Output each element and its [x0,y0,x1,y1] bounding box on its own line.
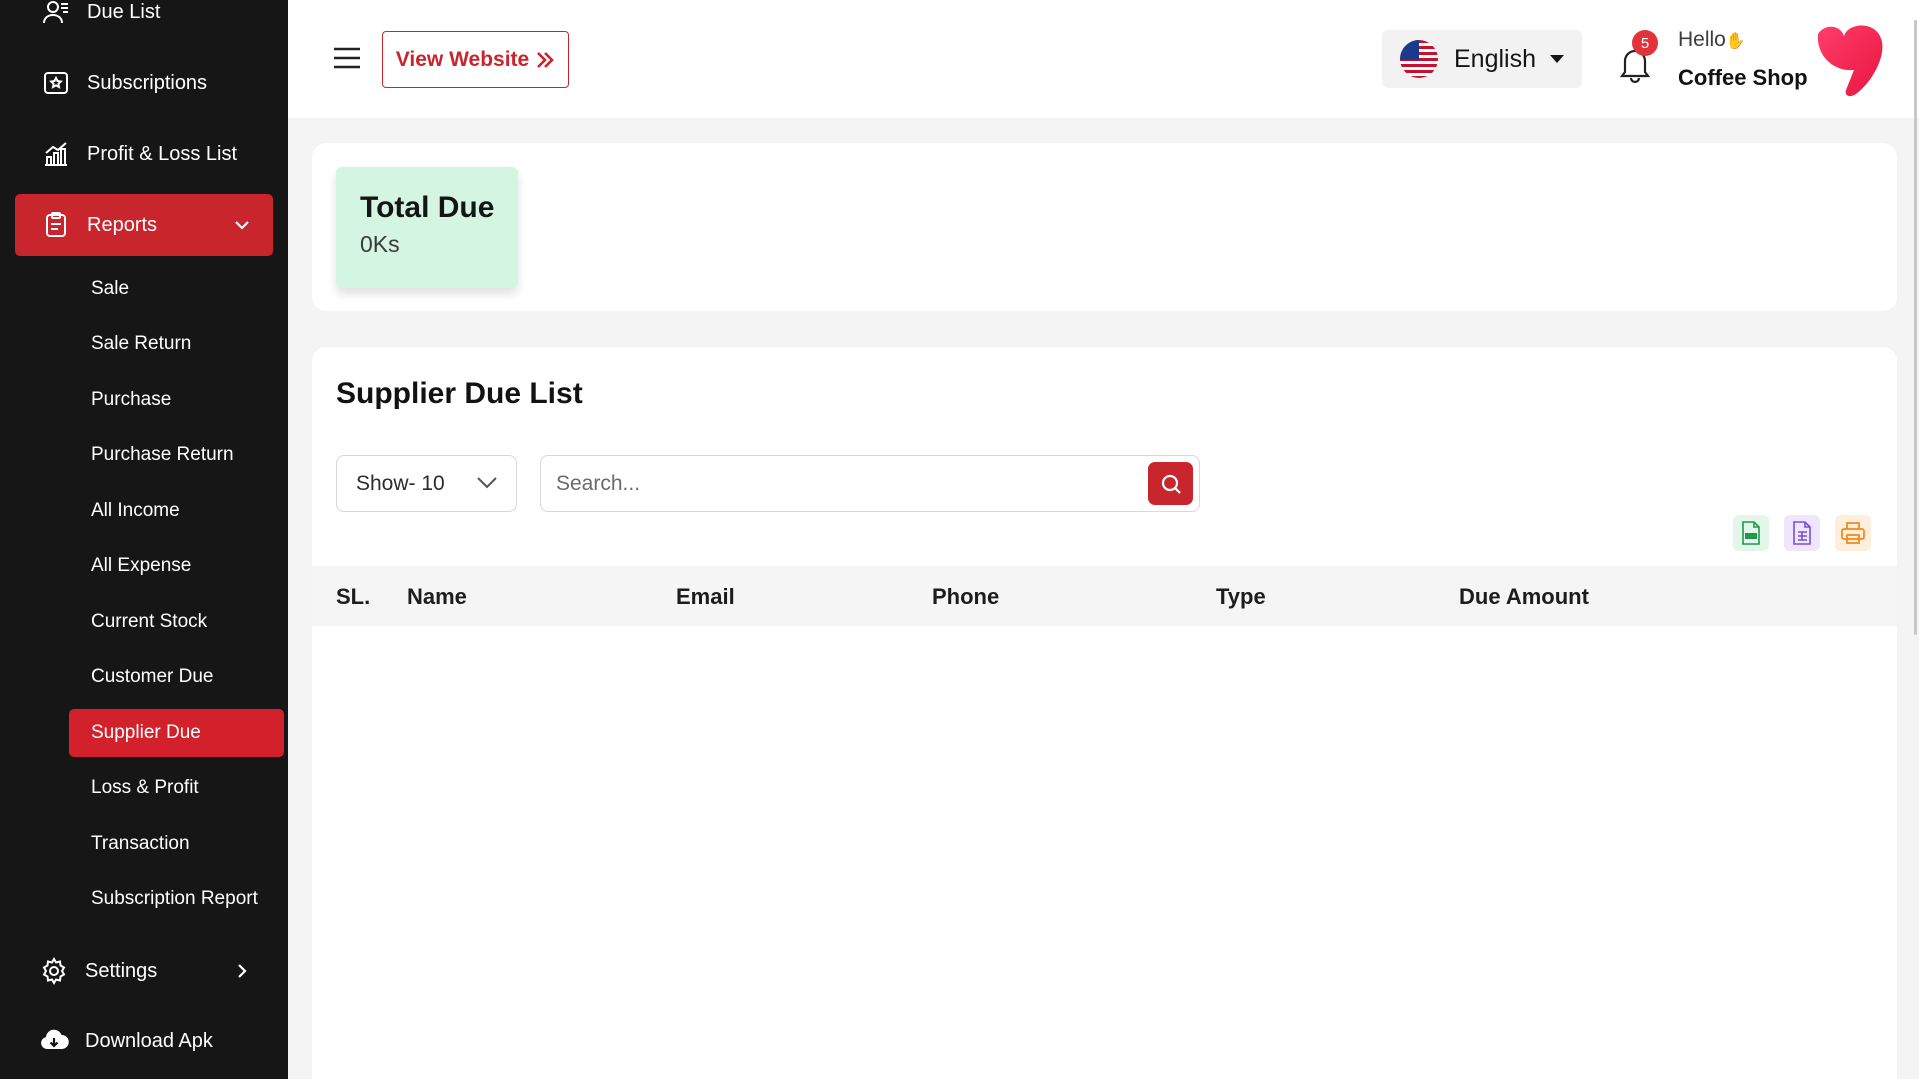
sidebar-subitem-loss-profit[interactable]: Loss & Profit [69,764,284,812]
sidebar-item-label: Download Apk [85,1029,213,1052]
column-header-email: Email [676,584,735,609]
view-website-button[interactable]: View Website [382,31,569,88]
sidebar-item-label: Reports [87,213,158,236]
view-website-label: View Website [395,47,530,71]
page-scrollbar[interactable] [1914,20,1917,635]
cloud-download-icon [39,1026,69,1056]
sidebar-subitem-all-income[interactable]: All Income [69,487,284,535]
double-chevron-right-icon [537,51,555,68]
spreadsheet-file-icon [1793,521,1811,545]
sidebar-subitem-sale[interactable]: Sale [69,265,284,313]
language-label: English [1454,44,1536,73]
greeting-text: Hello✋ [1678,28,1746,52]
export-csv-button[interactable] [1733,515,1769,551]
total-due-value: 0Ks [360,231,400,257]
sidebar-subitem-purchase[interactable]: Purchase [69,376,284,424]
supplier-due-list-card: Supplier Due List Show- 10 SL. Name Emai… [312,347,1897,1079]
hamburger-menu-icon[interactable] [332,46,362,70]
subscription-icon [41,68,71,98]
sidebar-item-label: Settings [85,959,158,982]
gear-icon [39,956,69,986]
show-entries-label: Show- 10 [356,471,445,495]
brand-logo-icon[interactable] [1812,20,1886,98]
user-list-icon [41,0,71,27]
sidebar-item-label: Due List [87,0,161,23]
sidebar-subitem-current-stock[interactable]: Current Stock [69,598,284,646]
waving-hand-icon: ✋ [1725,33,1746,50]
table-body [312,626,1897,1026]
sidebar-item-subscriptions[interactable]: Subscriptions [15,52,273,114]
search-icon [1161,474,1181,494]
total-due-title: Total Due [360,191,495,224]
top-header: View Website English 5 Hello✋ Coffee Sho… [288,0,1919,118]
chevron-down-icon [235,221,249,230]
column-header-phone: Phone [932,584,1000,609]
sidebar-item-label: Profit & Loss List [87,142,238,165]
caret-down-icon [1550,55,1564,63]
language-selector[interactable]: English [1382,30,1582,88]
sidebar-subitem-sale-return[interactable]: Sale Return [69,320,284,368]
sidebar-subitem-subscription-report[interactable]: Subscription Report [69,875,284,923]
page-title: Supplier Due List [336,377,583,410]
search-input[interactable] [556,466,1116,502]
sidebar-item-profit-loss[interactable]: Profit & Loss List [15,123,273,185]
chevron-right-icon [238,964,247,978]
sidebar-subitem-supplier-due[interactable]: Supplier Due [69,709,284,757]
show-entries-select[interactable]: Show- 10 [336,455,517,512]
chart-bars-icon [41,139,71,169]
sidebar-subitem-customer-due[interactable]: Customer Due [69,653,284,701]
sidebar-item-label: Subscriptions [87,71,208,94]
chevron-down-icon [477,477,497,489]
us-flag-icon [1400,40,1438,78]
sidebar-item-reports[interactable]: Reports [15,194,273,256]
csv-file-icon [1742,521,1760,545]
sidebar-subitem-purchase-return[interactable]: Purchase Return [69,431,284,479]
table-header: SL. Name Email Phone Type Due Amount [312,566,1897,626]
greeting-label: Hello [1678,28,1726,51]
search-box [540,455,1200,512]
shop-name: Coffee Shop [1678,65,1808,90]
column-header-type: Type [1216,584,1266,609]
sidebar-item-download-apk[interactable]: Download Apk [15,1010,273,1072]
sidebar-subitem-all-expense[interactable]: All Expense [69,542,284,590]
summary-card: Total Due 0Ks [312,143,1897,311]
printer-icon [1841,522,1865,544]
sidebar: Due List Subscriptions Profit & Loss Lis… [0,0,288,1079]
notification-badge: 5 [1632,30,1658,56]
total-due-tile: Total Due 0Ks [336,167,518,288]
column-header-due-amount: Due Amount [1459,584,1589,609]
sidebar-item-due-list[interactable]: Due List [15,0,273,43]
sidebar-item-settings[interactable]: Settings [15,940,273,1002]
print-button[interactable] [1835,515,1871,551]
search-button[interactable] [1148,462,1193,505]
column-header-name: Name [407,584,467,609]
export-excel-button[interactable] [1784,515,1820,551]
column-header-sl: SL. [336,584,371,609]
clipboard-icon [41,210,71,240]
sidebar-subitem-transaction[interactable]: Transaction [69,820,284,868]
